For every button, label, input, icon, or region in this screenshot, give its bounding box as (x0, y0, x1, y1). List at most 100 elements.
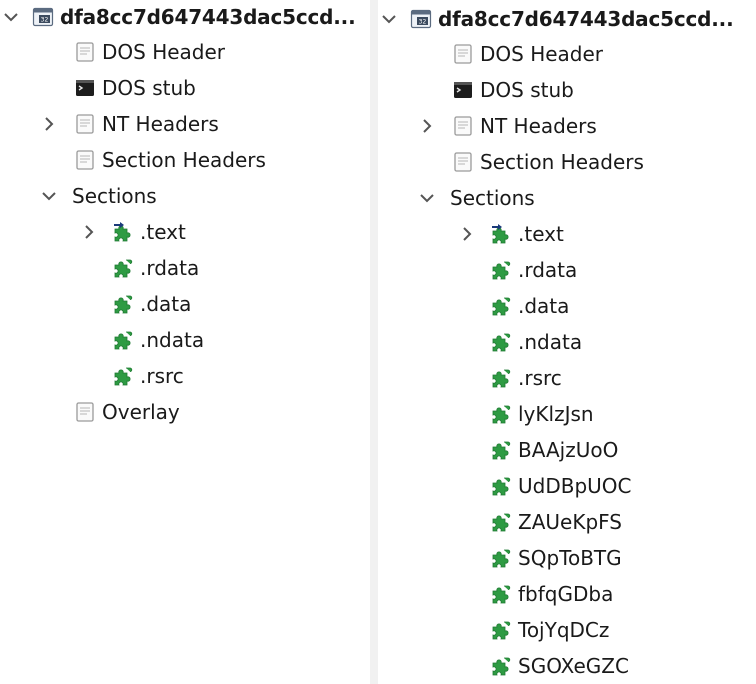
tree-item-label: NT Headers (102, 112, 219, 136)
puzzle-icon (490, 547, 512, 569)
tree-item-dos-header[interactable]: DOS Header (74, 35, 225, 69)
tree-item-fbfqgdba[interactable]: fbfqGDba (490, 577, 613, 611)
tree-item-tojyqdcz[interactable]: TojYqDCz (490, 613, 609, 647)
document-icon (452, 115, 474, 137)
tree-root-file[interactable]: 32 dfa8cc7d647443dac5ccd... (4, 0, 356, 34)
puzzle-icon (490, 655, 512, 677)
tree-item-uddbpuoc[interactable]: UdDBpUOC (490, 469, 632, 503)
pane-splitter[interactable] (370, 0, 378, 684)
tree-item-label: DOS stub (102, 76, 196, 100)
tree-item-rsrc[interactable]: .rsrc (490, 361, 562, 395)
chevron-right-icon[interactable] (418, 117, 436, 135)
tree-item-label: lyKlzJsn (518, 402, 594, 426)
tree-item-label: DOS Header (102, 40, 226, 64)
puzzle-icon (490, 295, 512, 317)
tree-item-sqptobtg[interactable]: SQpToBTG (490, 541, 622, 575)
tree-item-label: Sections (72, 184, 157, 208)
tree-item-label: BAAjzUoO (518, 438, 619, 462)
puzzle-entry-icon (490, 223, 512, 245)
chevron-right-icon[interactable] (458, 225, 476, 243)
tree-item-label: NT Headers (480, 114, 597, 138)
console-icon (74, 77, 96, 99)
puzzle-icon (490, 511, 512, 533)
tree-item-rdata[interactable]: .rdata (490, 253, 577, 287)
puzzle-icon (490, 403, 512, 425)
puzzle-icon (490, 259, 512, 281)
tree-item-label: .rdata (518, 258, 578, 282)
tree-item-data[interactable]: .data (490, 289, 569, 323)
svg-text:32: 32 (419, 19, 427, 26)
puzzle-icon (490, 367, 512, 389)
tree-item-label: UdDBpUOC (518, 474, 632, 498)
tree-item-dos-stub[interactable]: DOS stub (452, 73, 574, 107)
tree-root-file[interactable]: 32 dfa8cc7d647443dac5ccd... (382, 2, 734, 36)
tree-item-ndata[interactable]: .ndata (490, 325, 582, 359)
tree-item-data[interactable]: .data (112, 287, 191, 321)
tree-item-section-headers[interactable]: Section Headers (74, 143, 266, 177)
tree-item-sections[interactable]: Sections (42, 179, 157, 213)
puzzle-icon (112, 293, 134, 315)
chevron-down-icon[interactable] (380, 10, 398, 28)
tree-item-lyklzjsn[interactable]: lyKlzJsn (490, 397, 594, 431)
document-icon (74, 401, 96, 423)
tree-item-sections[interactable]: Sections (420, 181, 535, 215)
tree-item-label: .rsrc (140, 364, 184, 388)
tree-item-label: Section Headers (480, 150, 644, 174)
tree-item-label: .text (140, 220, 186, 244)
console-icon (452, 79, 474, 101)
puzzle-icon (490, 331, 512, 353)
tree-item-dos-header[interactable]: DOS Header (452, 37, 603, 71)
tree-item-label: .data (518, 294, 570, 318)
tree-item-text[interactable]: .text (85, 215, 186, 249)
document-icon (74, 149, 96, 171)
puzzle-icon (490, 439, 512, 461)
puzzle-entry-icon (112, 221, 134, 243)
document-icon (74, 41, 96, 63)
exe-icon: 32 (32, 6, 54, 28)
document-icon (74, 113, 96, 135)
puzzle-icon (112, 365, 134, 387)
tree-item-text[interactable]: .text (463, 217, 564, 251)
tree-item-dos-stub[interactable]: DOS stub (74, 71, 196, 105)
chevron-right-icon[interactable] (80, 223, 98, 241)
chevron-down-icon[interactable] (418, 189, 436, 207)
tree-item-zauekpfs[interactable]: ZAUeKpFS (490, 505, 622, 539)
tree-item-label: DOS Header (480, 42, 604, 66)
tree-item-sgoxegzc[interactable]: SGOXeGZC (490, 649, 629, 683)
tree-item-label: .rdata (140, 256, 200, 280)
right-tree-pane: 32 dfa8cc7d647443dac5ccd... DOS Header DOS … (378, 0, 756, 684)
tree-item-section-headers[interactable]: Section Headers (452, 145, 644, 179)
tree-item-label: DOS stub (480, 78, 574, 102)
tree-item-label: fbfqGDba (518, 582, 614, 606)
tree-item-label: SGOXeGZC (518, 654, 629, 678)
tree-item-rsrc[interactable]: .rsrc (112, 359, 184, 393)
tree-item-nt-headers[interactable]: NT Headers (423, 109, 597, 143)
puzzle-icon (112, 257, 134, 279)
chevron-down-icon[interactable] (40, 187, 58, 205)
tree-item-label: SQpToBTG (518, 546, 622, 570)
tree-item-label: .data (140, 292, 192, 316)
tree-item-ndata[interactable]: .ndata (112, 323, 204, 357)
puzzle-icon (112, 329, 134, 351)
svg-text:32: 32 (41, 17, 49, 24)
chevron-right-icon[interactable] (40, 115, 58, 133)
tree-item-overlay[interactable]: Overlay (74, 395, 180, 429)
puzzle-icon (490, 619, 512, 641)
root-file-label: dfa8cc7d647443dac5ccd... (438, 7, 734, 31)
exe-icon: 32 (410, 8, 432, 30)
root-file-label: dfa8cc7d647443dac5ccd... (60, 5, 356, 29)
tree-item-label: Sections (450, 186, 535, 210)
tree-item-label: TojYqDCz (518, 618, 610, 642)
tree-item-label: ZAUeKpFS (518, 510, 622, 534)
puzzle-icon (490, 475, 512, 497)
tree-item-rdata[interactable]: .rdata (112, 251, 199, 285)
tree-item-label: Overlay (102, 400, 180, 424)
tree-item-label: Section Headers (102, 148, 266, 172)
tree-item-baajzuoo[interactable]: BAAjzUoO (490, 433, 618, 467)
tree-item-nt-headers[interactable]: NT Headers (45, 107, 219, 141)
tree-item-label: .rsrc (518, 366, 562, 390)
puzzle-icon (490, 583, 512, 605)
tree-item-label: .ndata (518, 330, 583, 354)
document-icon (452, 43, 474, 65)
chevron-down-icon[interactable] (2, 8, 20, 26)
